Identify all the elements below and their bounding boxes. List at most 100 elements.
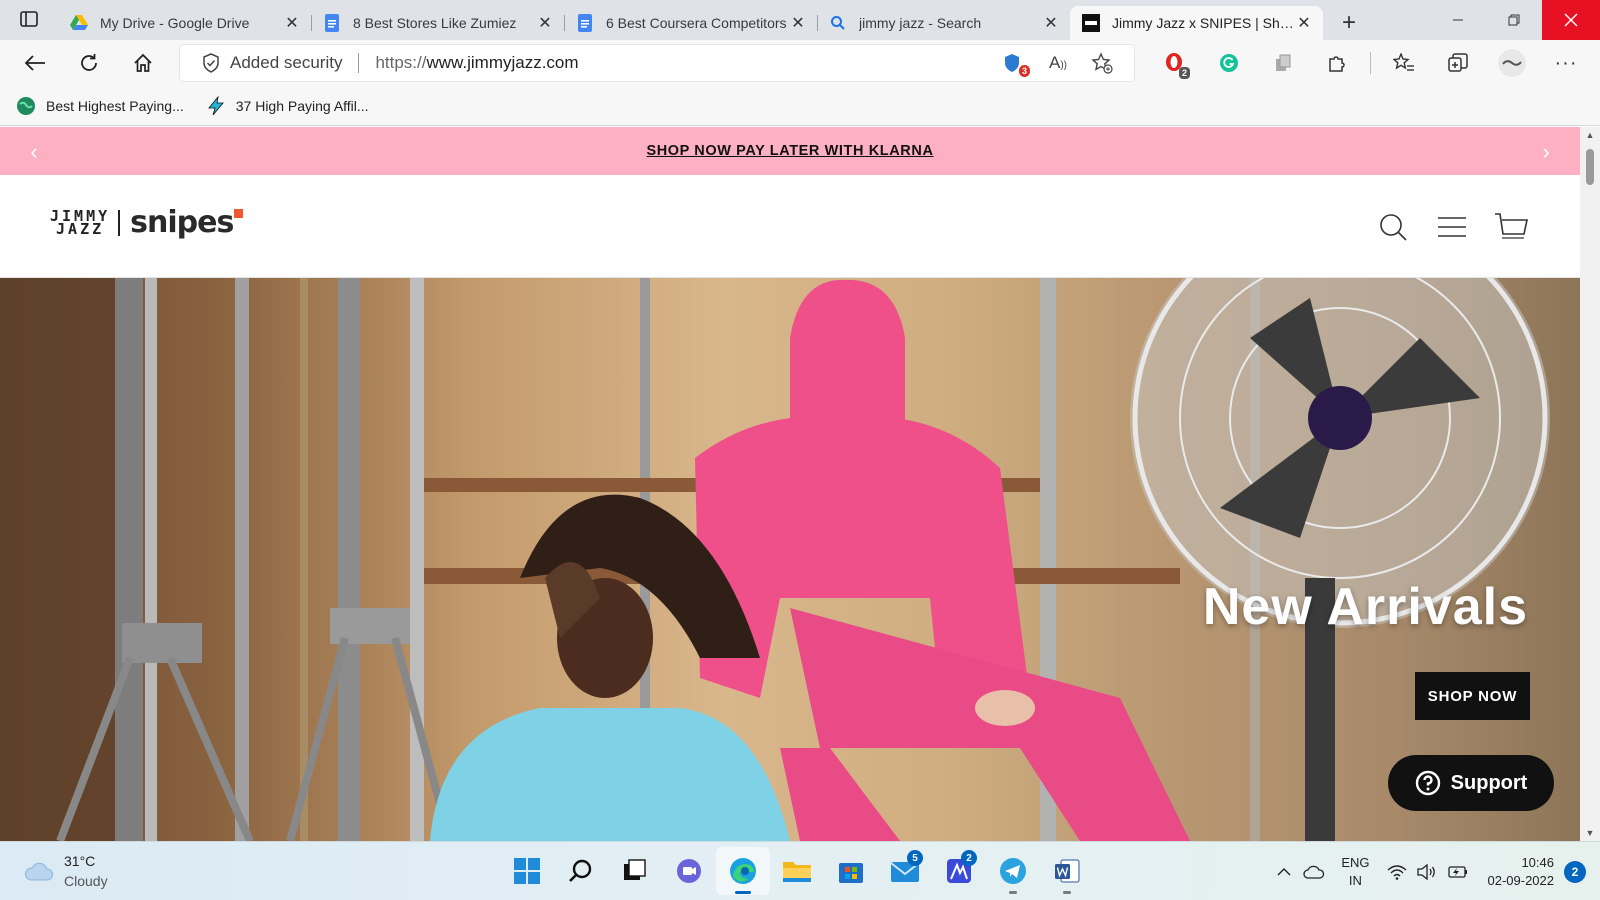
promo-next-button[interactable]: ›: [1534, 139, 1558, 165]
weather-condition: Cloudy: [64, 873, 108, 889]
url-text[interactable]: https://www.jimmyjazz.com: [375, 53, 992, 73]
tab-stores-like-zumiez[interactable]: 8 Best Stores Like Zumiez ✕: [311, 6, 564, 40]
shop-now-button[interactable]: SHOP NOW: [1415, 672, 1530, 720]
running-indicator: [1009, 891, 1017, 894]
close-icon[interactable]: ✕: [283, 14, 301, 32]
site-search-button[interactable]: [1363, 207, 1422, 247]
extensions-area: 2 ···: [1148, 40, 1593, 86]
close-window-button[interactable]: [1542, 0, 1600, 40]
shopping-cart-icon: [1494, 213, 1528, 239]
telegram-button[interactable]: [986, 847, 1040, 895]
support-button[interactable]: Support: [1388, 755, 1554, 811]
tab-title: 6 Best Coursera Competitors: [606, 15, 787, 31]
telegram-icon: [1000, 858, 1026, 884]
volume-button[interactable]: [1412, 852, 1442, 892]
favorites-button[interactable]: [1377, 43, 1431, 83]
read-aloud-icon: A)): [1048, 53, 1067, 72]
show-hidden-icons-button[interactable]: [1269, 852, 1299, 892]
weather-widget[interactable]: 31°C Cloudy: [24, 851, 108, 891]
tracker-count-badge: 3: [1018, 65, 1030, 77]
menu-button[interactable]: [1422, 207, 1481, 247]
puzzle-icon: [1329, 56, 1345, 72]
word-icon: [1055, 859, 1080, 883]
promo-banner: ‹ SHOP NOW PAY LATER WITH KLARNA ›: [0, 127, 1580, 175]
logo-divider: [118, 209, 121, 236]
onedrive-button[interactable]: [1299, 852, 1329, 892]
logo-accent-square: [234, 209, 244, 218]
minimize-button[interactable]: [1430, 0, 1486, 40]
notification-center-button[interactable]: 2: [1564, 860, 1586, 883]
address-bar[interactable]: Added security https://www.jimmyjazz.com…: [180, 45, 1134, 81]
chat-button[interactable]: [662, 847, 716, 895]
settings-more-button[interactable]: ···: [1539, 43, 1593, 83]
battery-charging-icon: [1447, 865, 1467, 878]
snipes-wordmark: snipes: [130, 205, 244, 240]
hero-image: [0, 278, 1550, 841]
browser-tab-strip: My Drive - Google Drive ✕ 8 Best Stores …: [0, 0, 1600, 40]
hero-banner[interactable]: New Arrivals SHOP NOW Support: [0, 278, 1580, 841]
star-add-icon: [1091, 52, 1113, 74]
refresh-button[interactable]: [62, 44, 116, 82]
photo-app-button[interactable]: 2: [932, 847, 986, 895]
clock[interactable]: 10:46 02-09-2022: [1488, 854, 1555, 890]
opera-count-badge: 2: [1178, 67, 1190, 79]
mail-button[interactable]: 5: [878, 847, 932, 895]
divider: [1370, 52, 1371, 74]
support-label: Support: [1450, 771, 1528, 794]
promo-link[interactable]: SHOP NOW PAY LATER WITH KLARNA: [646, 143, 933, 159]
back-button[interactable]: [8, 44, 62, 82]
running-indicator: [1063, 891, 1071, 894]
profile-button[interactable]: [1485, 43, 1539, 83]
divider: [358, 53, 360, 73]
tab-jimmy-jazz-search[interactable]: jimmy jazz - Search ✕: [817, 6, 1070, 40]
favorite-item[interactable]: Best Highest Paying...: [16, 96, 184, 116]
word-button[interactable]: [1040, 847, 1094, 895]
tracking-prevention-button[interactable]: 3: [992, 47, 1036, 79]
site-logo[interactable]: JIMMY JAZZ snipes: [50, 205, 244, 240]
grammarly-extension-button[interactable]: [1202, 43, 1256, 83]
mail-badge: 5: [907, 850, 923, 866]
onedrive-icon: [1303, 865, 1325, 879]
window-controls: [1430, 0, 1600, 40]
file-explorer-button[interactable]: [770, 847, 824, 895]
restore-button[interactable]: [1486, 0, 1542, 40]
scroll-up-button[interactable]: ▲: [1580, 127, 1600, 143]
read-aloud-button[interactable]: A)): [1036, 47, 1080, 79]
collections-button[interactable]: [1431, 43, 1485, 83]
store-button[interactable]: [824, 847, 878, 895]
clock-time: 10:46: [1521, 854, 1554, 870]
edge-taskbar-button[interactable]: [716, 847, 770, 895]
google-docs-icon: [323, 14, 341, 32]
taskbar-search-button[interactable]: [554, 847, 608, 895]
new-tab-button[interactable]: +: [1327, 6, 1371, 40]
tab-coursera-competitors[interactable]: 6 Best Coursera Competitors ✕: [564, 6, 817, 40]
tab-jimmy-jazz-snipes[interactable]: Jimmy Jazz x SNIPES | Shop ✕: [1070, 6, 1323, 40]
home-button[interactable]: [116, 44, 170, 82]
scroll-thumb[interactable]: [1586, 149, 1594, 185]
tab-actions-button[interactable]: [0, 0, 58, 40]
wifi-button[interactable]: [1382, 852, 1412, 892]
battery-button[interactable]: [1442, 852, 1472, 892]
security-indicator[interactable]: Added security: [202, 53, 342, 73]
close-icon[interactable]: ✕: [789, 14, 807, 32]
task-view-button[interactable]: [608, 847, 662, 895]
copy-icon: [1276, 54, 1291, 71]
scroll-down-button[interactable]: ▼: [1580, 825, 1600, 841]
favorite-item[interactable]: 37 High Paying Affil...: [206, 95, 369, 116]
tab-google-drive[interactable]: My Drive - Google Drive ✕: [58, 6, 311, 40]
chat-icon: [677, 859, 701, 883]
start-button[interactable]: [500, 847, 554, 895]
opera-extension-button[interactable]: 2: [1148, 43, 1202, 83]
close-icon[interactable]: ✕: [1295, 14, 1313, 32]
cart-button[interactable]: [1481, 207, 1540, 247]
close-icon[interactable]: ✕: [1042, 14, 1060, 32]
jimmy-jazz-wordmark: JIMMY JAZZ: [50, 208, 110, 236]
speaker-icon: [1416, 863, 1435, 880]
close-icon[interactable]: ✕: [536, 14, 554, 32]
promo-prev-button[interactable]: ‹: [22, 139, 46, 165]
copy-extension-button[interactable]: [1256, 43, 1310, 83]
extensions-button[interactable]: [1310, 43, 1364, 83]
add-favorite-button[interactable]: [1080, 47, 1124, 79]
page-scrollbar[interactable]: ▲ ▼: [1580, 127, 1600, 841]
language-indicator[interactable]: ENG IN: [1341, 854, 1369, 890]
